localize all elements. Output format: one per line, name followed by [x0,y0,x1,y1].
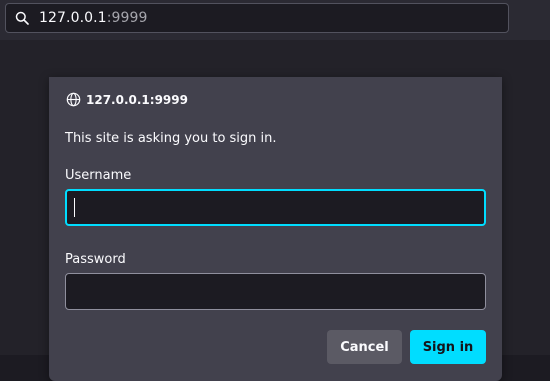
dialog-origin: 127.0.0.1:9999 [66,92,188,107]
cancel-button[interactable]: Cancel [327,330,402,364]
auth-dialog: 127.0.0.1:9999 This site is asking you t… [49,77,502,381]
password-label: Password [65,252,126,267]
username-label: Username [65,168,132,183]
url-port: :9999 [106,10,148,26]
address-bar[interactable]: 127.0.0.1:9999 [5,3,509,33]
address-text[interactable]: 127.0.0.1:9999 [39,10,148,26]
page-content: 127.0.0.1:9999 This site is asking you t… [0,40,550,381]
globe-icon [66,92,81,107]
browser-toolbar: 127.0.0.1:9999 [0,0,550,40]
text-caret [74,198,75,217]
toolbar-edge [519,3,550,33]
username-field[interactable] [65,189,486,226]
password-field[interactable] [65,273,486,310]
origin-label: 127.0.0.1:9999 [86,92,188,107]
sign-in-button[interactable]: Sign in [410,330,486,364]
search-icon [14,10,30,26]
dialog-message: This site is asking you to sign in. [65,131,277,146]
url-host: 127.0.0.1 [39,10,107,26]
